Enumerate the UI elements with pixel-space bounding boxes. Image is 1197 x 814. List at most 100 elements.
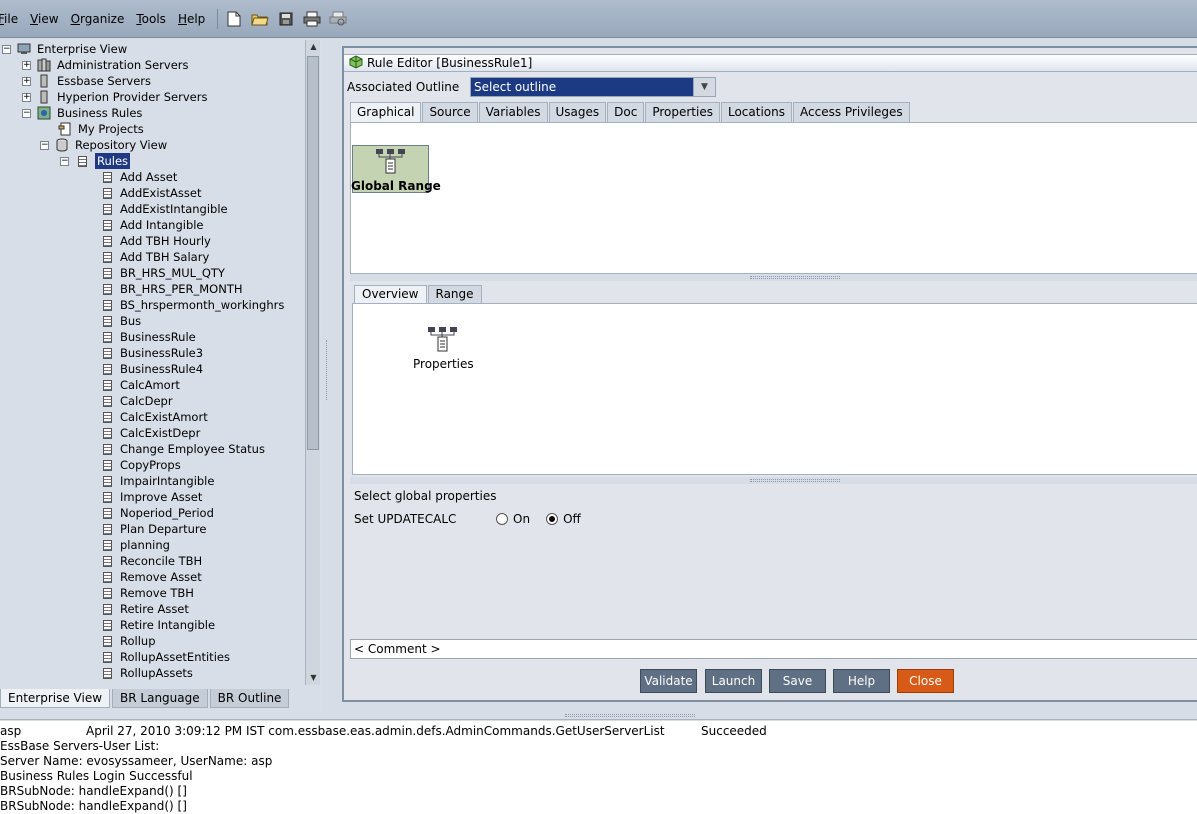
overview-splitter[interactable]: [350, 477, 1197, 484]
rule-item[interactable]: Reconcile TBH: [100, 553, 202, 569]
rule-item[interactable]: Remove Asset: [100, 569, 202, 585]
rule-icon: [100, 522, 114, 536]
tab-overview[interactable]: Overview: [354, 285, 427, 303]
rule-item[interactable]: Bus: [100, 313, 141, 329]
rule-item[interactable]: BR_HRS_MUL_QTY: [100, 265, 225, 281]
rule-icon: [100, 186, 114, 200]
scroll-thumb[interactable]: [307, 56, 319, 450]
close-button[interactable]: Close: [897, 669, 954, 693]
rule-item[interactable]: Add Asset: [100, 169, 177, 185]
validate-button[interactable]: Validate: [640, 669, 697, 693]
rule-item[interactable]: Plan Departure: [100, 521, 206, 537]
tab-br-outline[interactable]: BR Outline: [209, 689, 290, 708]
tab-graphical[interactable]: Graphical: [350, 102, 422, 122]
tab-enterprise-view[interactable]: Enterprise View: [0, 689, 111, 708]
menu-file[interactable]: File: [0, 12, 18, 26]
expand-icon[interactable]: +: [22, 92, 31, 102]
tab-properties[interactable]: Properties: [645, 102, 720, 122]
menu-tools[interactable]: Tools: [136, 12, 166, 26]
tab-br-language[interactable]: BR Language: [112, 689, 208, 708]
new-document-icon[interactable]: [224, 9, 244, 29]
tab-range[interactable]: Range: [427, 285, 482, 303]
rule-item[interactable]: RollupAssetEntities: [100, 649, 230, 665]
collapse-icon[interactable]: −: [22, 108, 31, 118]
menu-help[interactable]: Help: [178, 12, 205, 26]
rule-item[interactable]: BusinessRule: [100, 329, 196, 345]
save-icon[interactable]: [276, 9, 296, 29]
menu-organize[interactable]: Organize: [71, 12, 125, 26]
rule-icon: [100, 266, 114, 280]
updatecalc-on-radio[interactable]: [496, 513, 508, 525]
rule-item[interactable]: CalcExistDepr: [100, 425, 200, 441]
tree-node-rules[interactable]: − Rules: [60, 153, 131, 169]
splitter-grip: [326, 340, 328, 400]
rule-item[interactable]: Rollup: [100, 633, 156, 649]
chevron-down-icon[interactable]: ▼: [693, 78, 715, 96]
open-folder-icon[interactable]: [250, 9, 270, 29]
rule-item[interactable]: Add TBH Hourly: [100, 233, 211, 249]
rule-item[interactable]: Improve Asset: [100, 489, 202, 505]
tab-source[interactable]: Source: [422, 102, 478, 122]
rule-icon: [100, 250, 114, 264]
graphical-canvas[interactable]: Global Range: [350, 122, 1197, 274]
rule-item[interactable]: ImpairIntangible: [100, 473, 214, 489]
rule-item[interactable]: Add Intangible: [100, 217, 204, 233]
menu-view[interactable]: View: [30, 12, 58, 26]
comment-field[interactable]: < Comment >: [350, 639, 1197, 659]
rule-icon: [100, 506, 114, 520]
rule-item[interactable]: CalcExistAmort: [100, 409, 208, 425]
tree-node-business-rules[interactable]: − Business Rules: [22, 105, 142, 121]
scroll-up-arrow-icon[interactable]: ▲: [306, 40, 321, 54]
canvas-splitter[interactable]: [350, 274, 1197, 281]
rule-item[interactable]: RollupAssets: [100, 665, 193, 681]
collapse-icon[interactable]: −: [60, 156, 69, 166]
tab-variables[interactable]: Variables: [478, 102, 548, 122]
print-icon[interactable]: [302, 9, 322, 29]
tab-doc[interactable]: Doc: [607, 102, 645, 122]
rule-icon: [100, 394, 114, 408]
rule-item-label: Retire Intangible: [120, 618, 216, 632]
help-button[interactable]: Help: [833, 669, 890, 693]
log-splitter[interactable]: [0, 712, 1197, 720]
expand-icon[interactable]: +: [22, 60, 31, 70]
rule-item[interactable]: BS_hrspermonth_workinghrs: [100, 297, 284, 313]
updatecalc-off-radio[interactable]: [546, 513, 559, 525]
rule-item[interactable]: Remove TBH: [100, 585, 194, 601]
rule-item[interactable]: Change Employee Status: [100, 441, 265, 457]
rule-item[interactable]: Retire Intangible: [100, 617, 215, 633]
print-preview-icon[interactable]: [328, 9, 348, 29]
rule-item[interactable]: BusinessRule4: [100, 361, 203, 377]
tree-scrollbar[interactable]: ▲ ▼: [305, 40, 320, 685]
collapse-icon[interactable]: −: [2, 44, 11, 54]
rule-item[interactable]: BR_HRS_PER_MONTH: [100, 281, 243, 297]
rule-icon: [100, 314, 114, 328]
outline-select[interactable]: Select outline ▼: [470, 77, 716, 97]
tab-usages[interactable]: Usages: [548, 102, 607, 122]
save-button[interactable]: Save: [769, 669, 826, 693]
tab-access-privileges[interactable]: Access Privileges: [793, 102, 910, 122]
expand-icon[interactable]: +: [22, 76, 31, 86]
rule-item[interactable]: BusinessRule3: [100, 345, 203, 361]
tree-node-essbase-servers[interactable]: + Essbase Servers: [22, 73, 151, 89]
tree-node-my-projects[interactable]: My Projects: [58, 121, 144, 137]
global-range-node[interactable]: Global Range: [351, 145, 441, 193]
launch-button[interactable]: Launch: [705, 669, 762, 693]
tree-node-repository-view[interactable]: − Repository View: [40, 137, 167, 153]
rule-item[interactable]: AddExistAsset: [100, 185, 201, 201]
tree-node-enterprise-view[interactable]: − Enterprise View: [2, 41, 127, 57]
vertical-splitter[interactable]: [322, 40, 332, 712]
tree-node-admin-servers[interactable]: + Administration Servers: [22, 57, 189, 73]
collapse-icon[interactable]: −: [40, 140, 49, 150]
rule-item[interactable]: CopyProps: [100, 457, 181, 473]
properties-node[interactable]: Properties: [413, 326, 474, 371]
rule-item[interactable]: AddExistIntangible: [100, 201, 228, 217]
rule-item[interactable]: CalcAmort: [100, 377, 180, 393]
tree-node-hyperion-provider[interactable]: + Hyperion Provider Servers: [22, 89, 207, 105]
rule-item[interactable]: CalcDepr: [100, 393, 173, 409]
rule-item[interactable]: Add TBH Salary: [100, 249, 209, 265]
tab-locations[interactable]: Locations: [720, 102, 792, 122]
rule-item[interactable]: Retire Asset: [100, 601, 189, 617]
scroll-down-arrow-icon[interactable]: ▼: [306, 671, 321, 685]
rule-item[interactable]: planning: [100, 537, 170, 553]
rule-item[interactable]: Noperiod_Period: [100, 505, 214, 521]
